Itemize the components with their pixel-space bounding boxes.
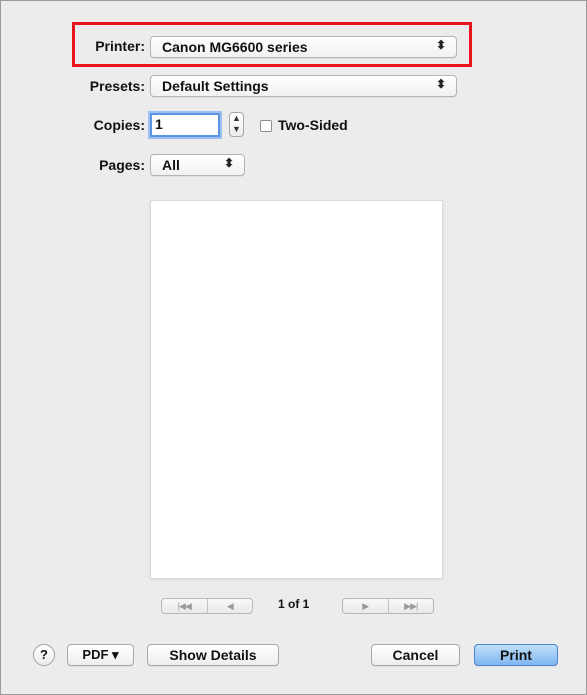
print-preview-page (151, 201, 442, 578)
preview-back-nav: |◀◀ ◀ (161, 598, 253, 614)
last-page-icon[interactable]: ▶▶| (387, 599, 434, 613)
print-dialog: Printer: Canon MG6600 series ⬍ Presets: … (0, 0, 587, 695)
stepper-up-icon[interactable]: ▲ (230, 113, 243, 124)
presets-popup[interactable]: Default Settings ⬍ (150, 75, 457, 97)
help-button[interactable]: ? (33, 644, 55, 666)
print-button[interactable]: Print (474, 644, 558, 666)
printer-popup-value: Canon MG6600 series (162, 39, 308, 55)
pages-popup[interactable]: All ⬍ (150, 154, 245, 176)
pdf-menu-button[interactable]: PDF ▾ (67, 644, 134, 666)
copies-input[interactable]: 1 (150, 113, 220, 137)
popup-arrows-icon: ⬍ (223, 156, 234, 170)
printer-popup[interactable]: Canon MG6600 series ⬍ (150, 36, 457, 58)
previous-page-icon[interactable]: ◀ (206, 599, 253, 613)
first-page-icon[interactable]: |◀◀ (162, 599, 207, 613)
pages-label: Pages: (99, 157, 145, 173)
next-page-icon[interactable]: ▶ (343, 599, 388, 613)
copies-stepper[interactable]: ▲ ▼ (229, 112, 244, 137)
popup-arrows-icon: ⬍ (435, 77, 446, 91)
preview-forward-nav: ▶ ▶▶| (342, 598, 434, 614)
two-sided-label[interactable]: Two-Sided (278, 117, 348, 133)
popup-arrows-icon: ⬍ (435, 38, 446, 52)
page-count: 1 of 1 (278, 597, 310, 611)
printer-label: Printer: (95, 38, 145, 54)
copies-label: Copies: (93, 117, 145, 133)
cancel-button[interactable]: Cancel (371, 644, 460, 666)
presets-label: Presets: (89, 78, 145, 94)
presets-popup-value: Default Settings (162, 78, 269, 94)
stepper-down-icon[interactable]: ▼ (230, 124, 243, 135)
show-details-button[interactable]: Show Details (147, 644, 279, 666)
two-sided-checkbox[interactable] (260, 120, 272, 132)
pages-popup-value: All (162, 157, 180, 173)
